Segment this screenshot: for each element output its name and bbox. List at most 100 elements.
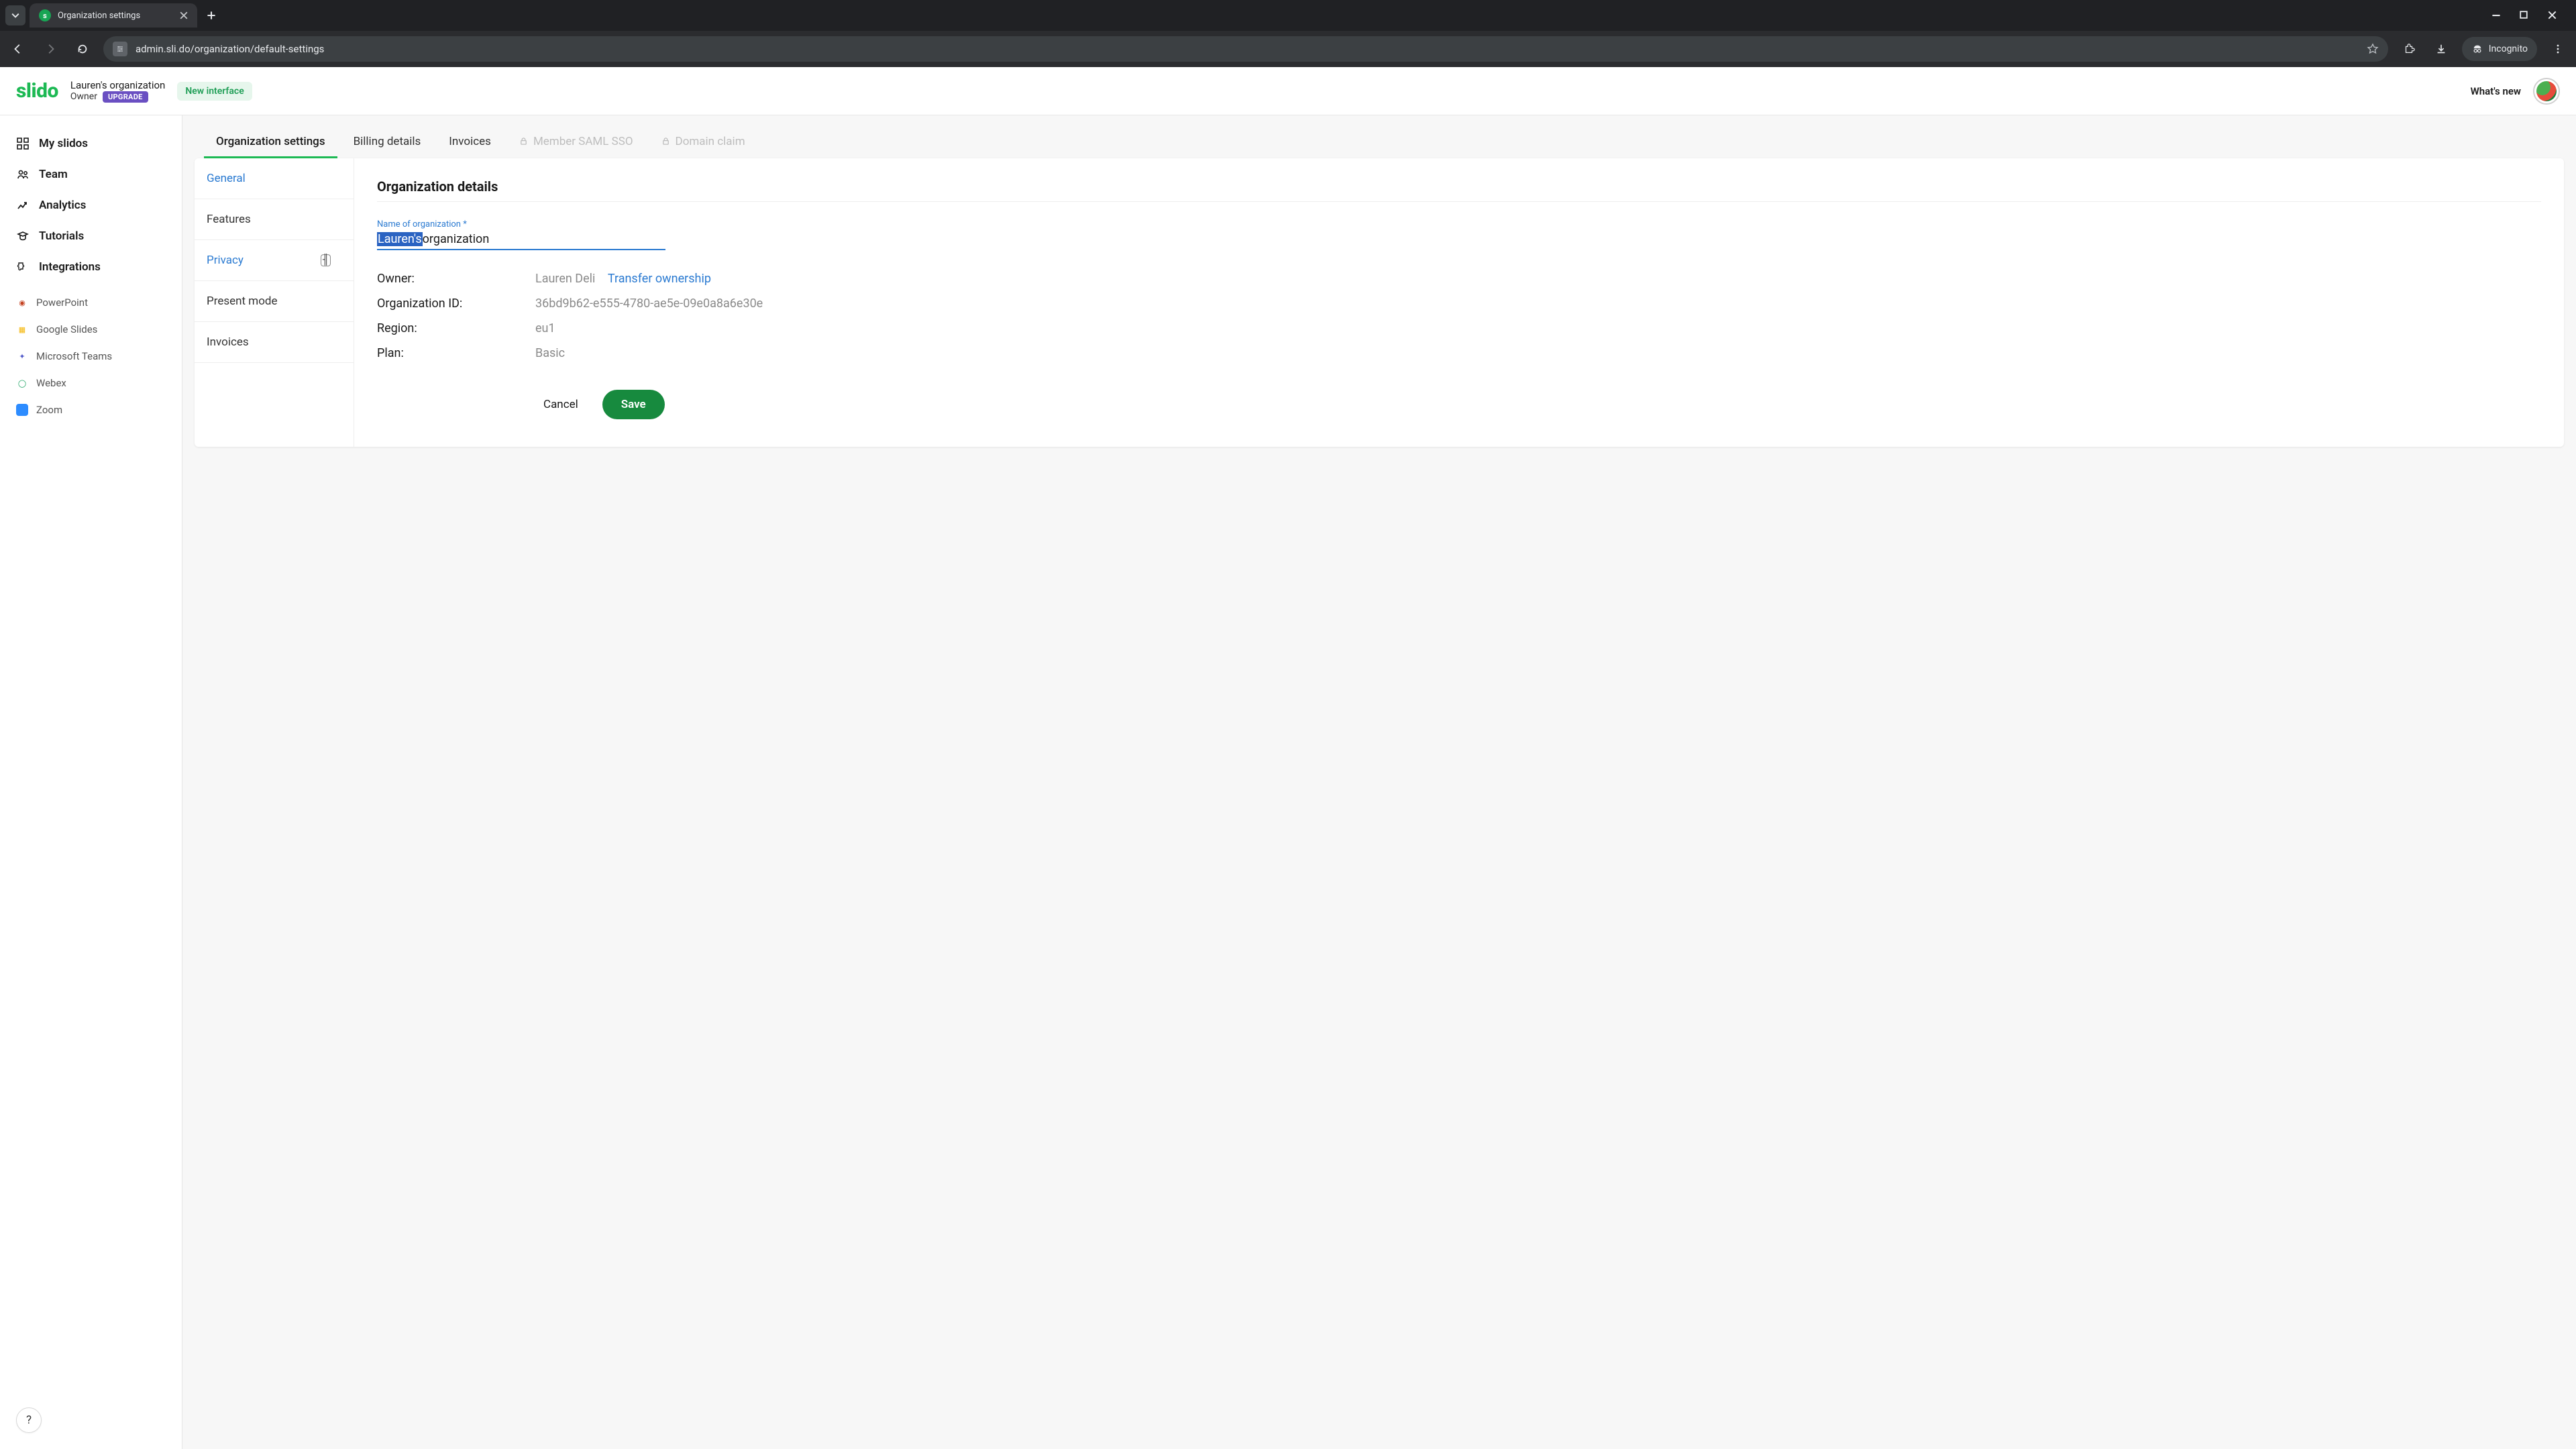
- tab-organization-settings[interactable]: Organization settings: [204, 126, 337, 158]
- extensions-button[interactable]: [2398, 38, 2420, 60]
- plus-icon: [207, 11, 216, 20]
- google-slides-icon: ▦: [16, 323, 28, 335]
- address-bar[interactable]: admin.sli.do/organization/default-settin…: [103, 36, 2388, 62]
- window-close-button[interactable]: [2548, 11, 2561, 20]
- tab-title: Organization settings: [58, 11, 140, 21]
- nav-forward-button[interactable]: [39, 38, 62, 60]
- close-icon: [180, 11, 188, 19]
- new-interface-badge[interactable]: New interface: [177, 82, 252, 101]
- window-maximize-button[interactable]: [2520, 11, 2533, 20]
- incognito-label: Incognito: [2489, 44, 2528, 54]
- window-controls: [2491, 11, 2571, 20]
- help-button[interactable]: ?: [16, 1407, 42, 1433]
- sub-tab-label: Invoices: [207, 335, 249, 349]
- download-icon: [2435, 43, 2447, 55]
- sidebar-item-integrations[interactable]: Integrations: [7, 254, 175, 280]
- browser-toolbar: admin.sli.do/organization/default-settin…: [0, 31, 2576, 67]
- transfer-ownership-link[interactable]: Transfer ownership: [608, 272, 711, 286]
- app-body: My slidos Team Analytics Tutorials Integ…: [0, 115, 2576, 1449]
- upgrade-badge[interactable]: UPGRADE: [103, 91, 148, 103]
- avatar-icon: [2536, 81, 2557, 101]
- integration-label: Webex: [36, 377, 66, 389]
- header-org-name: Lauren's organization: [70, 79, 165, 91]
- arrow-right-icon: [44, 43, 56, 55]
- nav-reload-button[interactable]: [71, 38, 94, 60]
- org-block: Lauren's organization Owner UPGRADE: [70, 79, 165, 103]
- integration-microsoft-teams[interactable]: ✦ Microsoft Teams: [7, 345, 175, 368]
- sub-tab-privacy[interactable]: Privacy ╢: [195, 240, 354, 281]
- maximize-icon: [2520, 11, 2528, 19]
- whats-new-button[interactable]: What's new: [2471, 85, 2521, 97]
- sub-tab-general[interactable]: General: [195, 158, 354, 199]
- tab-invoices[interactable]: Invoices: [437, 126, 503, 158]
- integration-zoom[interactable]: Zoom: [7, 398, 175, 421]
- bookmark-button[interactable]: [2367, 43, 2379, 55]
- sub-tab-invoices[interactable]: Invoices: [195, 322, 354, 363]
- sub-tabs: General Features Privacy ╢ Present mode …: [195, 158, 354, 447]
- sub-tab-features[interactable]: Features: [195, 199, 354, 240]
- save-button[interactable]: Save: [602, 390, 665, 419]
- microsoft-teams-icon: ✦: [16, 350, 28, 362]
- slido-logo[interactable]: slido: [16, 79, 58, 103]
- sub-tab-present-mode[interactable]: Present mode: [195, 281, 354, 322]
- reload-icon: [76, 43, 89, 55]
- panel-body: Organization details Name of organizatio…: [354, 158, 2564, 447]
- tab-member-saml-sso[interactable]: Member SAML SSO: [507, 126, 645, 158]
- integration-google-slides[interactable]: ▦ Google Slides: [7, 318, 175, 341]
- sidebar-item-analytics[interactable]: Analytics: [7, 192, 175, 219]
- tab-label: Organization settings: [216, 135, 325, 148]
- kebab-icon: [2553, 44, 2563, 54]
- app-header: slido Lauren's organization Owner UPGRAD…: [0, 67, 2576, 115]
- divider: [377, 201, 2541, 202]
- integration-powerpoint[interactable]: ◉ PowerPoint: [7, 291, 175, 314]
- tab-strip: s Organization settings: [0, 0, 2576, 31]
- integration-webex[interactable]: ◯ Webex: [7, 372, 175, 394]
- account-avatar[interactable]: [2533, 78, 2560, 105]
- content-area: Organization settings Billing details In…: [182, 115, 2576, 1449]
- sidebar-item-tutorials[interactable]: Tutorials: [7, 223, 175, 250]
- plan-label: Plan:: [377, 346, 529, 360]
- site-settings-icon[interactable]: [113, 42, 127, 56]
- tab-close-button[interactable]: [180, 11, 188, 19]
- arrow-left-icon: [12, 43, 24, 55]
- zoom-icon: [16, 404, 28, 416]
- org-id-value: 36bd9b62-e555-4780-ae5e-09e0a8a6e30e: [535, 297, 2541, 311]
- cancel-button[interactable]: Cancel: [529, 390, 593, 419]
- browser-menu-button[interactable]: [2546, 38, 2569, 60]
- org-id-label: Organization ID:: [377, 297, 529, 311]
- org-name-input[interactable]: Lauren's organization: [377, 229, 665, 250]
- tab-search-button[interactable]: [5, 5, 25, 25]
- nav-back-button[interactable]: [7, 38, 30, 60]
- sidebar-item-label: Team: [39, 168, 68, 181]
- webex-icon: ◯: [16, 377, 28, 389]
- region-value: eu1: [535, 321, 2541, 335]
- puzzle-icon: [2403, 43, 2415, 55]
- sub-tab-label: General: [207, 172, 246, 185]
- window-minimize-button[interactable]: [2491, 11, 2505, 20]
- integration-label: Google Slides: [36, 323, 97, 335]
- help-icon: ?: [26, 1413, 32, 1427]
- star-icon: [2367, 43, 2379, 55]
- sub-tab-label: Present mode: [207, 294, 278, 308]
- sidebar: My slidos Team Analytics Tutorials Integ…: [0, 115, 182, 1449]
- selected-text: Lauren's: [377, 232, 423, 246]
- new-tab-button[interactable]: [201, 5, 221, 25]
- integration-label: Microsoft Teams: [36, 350, 112, 362]
- chevron-down-icon: [11, 11, 19, 19]
- main-tabs: Organization settings Billing details In…: [195, 126, 2564, 158]
- sidebar-item-my-slidos[interactable]: My slidos: [7, 130, 175, 157]
- settings-panel: General Features Privacy ╢ Present mode …: [195, 158, 2564, 447]
- header-role: Owner: [70, 91, 97, 103]
- sidebar-item-team[interactable]: Team: [7, 161, 175, 188]
- browser-tab[interactable]: s Organization settings: [30, 3, 197, 28]
- tab-domain-claim[interactable]: Domain claim: [649, 126, 757, 158]
- close-icon: [2548, 11, 2557, 19]
- org-name-label: Name of organization *: [377, 219, 2541, 229]
- tab-billing-details[interactable]: Billing details: [341, 126, 433, 158]
- downloads-button[interactable]: [2430, 38, 2453, 60]
- owner-label: Owner:: [377, 272, 529, 286]
- incognito-indicator[interactable]: Incognito: [2462, 37, 2537, 61]
- sidebar-item-label: Integrations: [39, 260, 101, 274]
- sidebar-item-label: Analytics: [39, 199, 86, 212]
- analytics-icon: [16, 199, 30, 212]
